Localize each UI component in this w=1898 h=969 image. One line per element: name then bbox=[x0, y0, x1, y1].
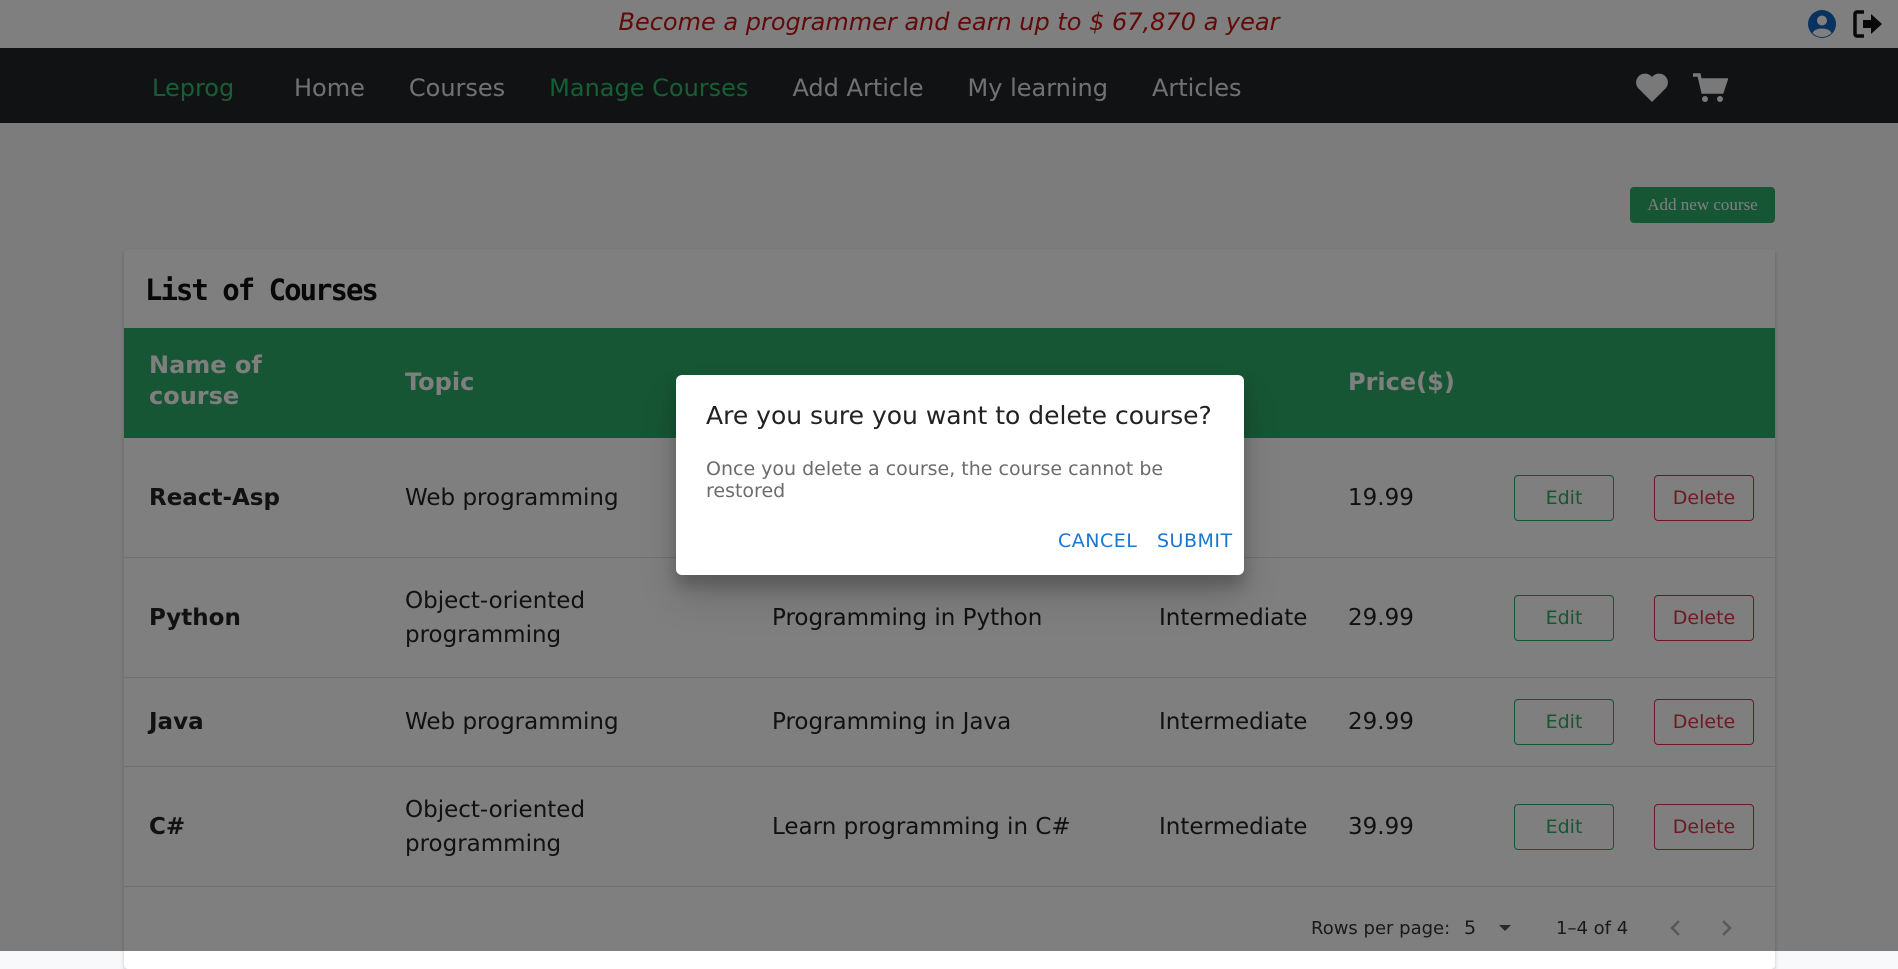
dialog-message: Once you delete a course, the course can… bbox=[706, 458, 1164, 502]
delete-confirm-dialog: Are you sure you want to delete course? … bbox=[676, 375, 1244, 575]
cancel-button[interactable]: CANCEL bbox=[1058, 530, 1137, 552]
submit-button[interactable]: SUBMIT bbox=[1157, 530, 1233, 552]
dialog-title: Are you sure you want to delete course? bbox=[706, 401, 1212, 430]
